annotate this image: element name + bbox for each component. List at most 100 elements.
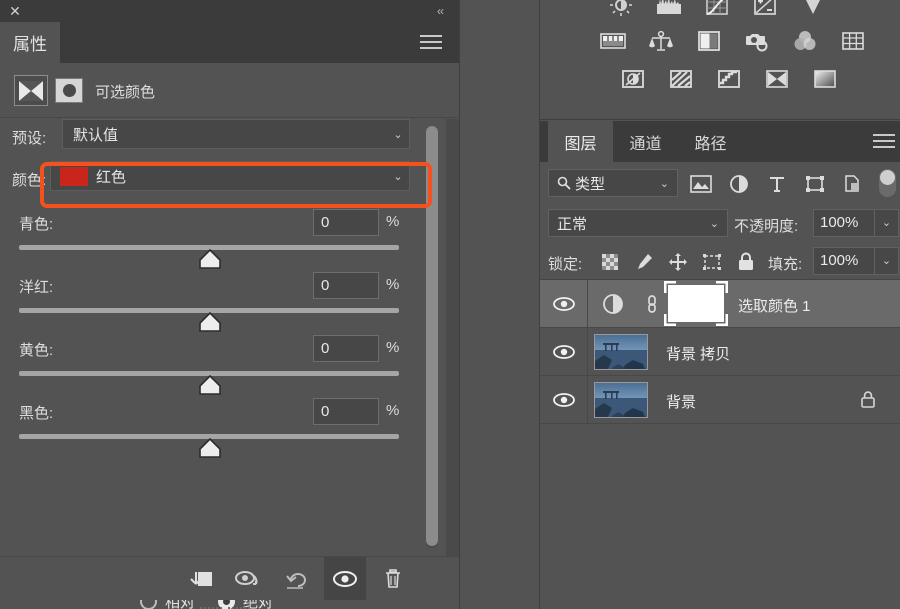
brightness-contrast-icon[interactable]: [606, 0, 636, 18]
lock-label: 锁定:: [548, 256, 583, 273]
slider-unit: %: [386, 339, 400, 356]
properties-tab-bar: 属性: [0, 22, 459, 63]
slider-unit: %: [386, 213, 400, 230]
clip-to-layer-icon[interactable]: [180, 557, 222, 600]
slider-label: 黑色:: [19, 405, 54, 422]
layer-filter-value: 类型: [575, 175, 606, 193]
posterize-icon[interactable]: [666, 66, 696, 92]
lock-position-icon[interactable]: [666, 250, 690, 274]
shape-filter-icon[interactable]: [802, 173, 828, 195]
opacity-input[interactable]: 100%: [813, 209, 875, 237]
exposure-icon[interactable]: [750, 0, 780, 18]
slider-value-input[interactable]: 0: [313, 398, 379, 425]
curves-icon[interactable]: [702, 0, 732, 18]
layer-thumbnail: [594, 382, 648, 418]
preview-eye-icon[interactable]: [324, 557, 366, 600]
selective-color-icon[interactable]: [762, 66, 792, 92]
properties-header: 可选颜色: [0, 63, 459, 118]
collapse-panel-icon[interactable]: ‹‹: [431, 3, 449, 19]
layer-link-icon[interactable]: [645, 293, 659, 315]
properties-scrollbar[interactable]: [426, 126, 438, 548]
layers-tab-bar: 图层 通道 路径: [540, 121, 900, 162]
filter-toggle-switch[interactable]: [879, 169, 896, 197]
page-title: 可选颜色: [95, 84, 156, 101]
slider-unit: %: [386, 402, 400, 419]
properties-footer-toolbar: [0, 556, 459, 600]
photo-filter-icon[interactable]: [742, 28, 772, 54]
chevron-down-icon: ⌄: [709, 217, 719, 230]
tab-properties[interactable]: 属性: [0, 22, 60, 63]
scrollbar-thumb[interactable]: [426, 126, 438, 546]
search-icon: [557, 176, 571, 190]
photoshop-ui-screenshot: ✕ ‹‹ 属性 可选颜色 预设: 默认值 ⌄ 颜色: 红色 ⌄ 青色: 0 % …: [0, 0, 900, 609]
invert-icon[interactable]: [618, 66, 648, 92]
color-lookup-icon[interactable]: [838, 28, 868, 54]
properties-body: 预设: 默认值 ⌄ 颜色: 红色 ⌄ 青色: 0 % 洋红: 0 % 黄色: 0…: [0, 119, 459, 609]
toggle-layer-visibility-icon[interactable]: [228, 557, 270, 600]
layer-row-background-copy[interactable]: 背景 拷贝: [540, 328, 900, 376]
color-value: 红色: [96, 168, 127, 186]
vibrance-icon[interactable]: [798, 0, 828, 18]
layer-visibility-toggle[interactable]: [540, 376, 588, 423]
lock-image-pixels-icon[interactable]: [632, 250, 656, 274]
hue-saturation-icon[interactable]: [598, 28, 628, 54]
slider-handle[interactable]: [199, 438, 221, 458]
delete-adjustment-icon[interactable]: [372, 557, 414, 600]
fill-chevron-down-icon[interactable]: ⌄: [875, 247, 899, 275]
hamburger-menu-icon[interactable]: [420, 35, 442, 51]
channel-mixer-icon[interactable]: [790, 28, 820, 54]
layer-thumbnail: [594, 334, 648, 370]
layer-name: 背景 拷贝: [666, 346, 731, 363]
slider-handle[interactable]: [199, 249, 221, 269]
padlock-icon: [860, 390, 878, 410]
tab-paths[interactable]: 路径: [678, 121, 743, 162]
smart-object-filter-icon[interactable]: [840, 173, 866, 195]
properties-panel: ✕ ‹‹ 属性 可选颜色 预设: 默认值 ⌄ 颜色: 红色 ⌄ 青色: 0 % …: [0, 0, 459, 609]
layer-mask-icon: [55, 78, 83, 103]
adjustments-panel: [540, 0, 900, 120]
adjustment-filter-icon[interactable]: [726, 173, 752, 195]
black-white-icon[interactable]: [694, 28, 724, 54]
image-filter-icon[interactable]: [688, 173, 714, 195]
lock-artboard-icon[interactable]: [700, 250, 724, 274]
color-balance-icon[interactable]: [646, 28, 676, 54]
slider-handle[interactable]: [199, 312, 221, 332]
text-filter-icon[interactable]: [764, 173, 790, 195]
tab-channels[interactable]: 通道: [613, 121, 678, 162]
slider-handle[interactable]: [199, 375, 221, 395]
hamburger-menu-icon[interactable]: [873, 134, 895, 150]
slider-label: 黄色:: [19, 342, 54, 359]
slider-label: 青色:: [19, 216, 54, 233]
opacity-label: 不透明度:: [734, 218, 799, 235]
layer-visibility-toggle[interactable]: [540, 280, 588, 327]
color-dropdown[interactable]: 红色 ⌄: [50, 161, 410, 191]
lock-all-icon[interactable]: [734, 250, 758, 274]
slider-value-input[interactable]: 0: [313, 272, 379, 299]
preset-dropdown[interactable]: 默认值 ⌄: [62, 119, 410, 149]
tab-layers[interactable]: 图层: [548, 121, 613, 162]
layer-row-background[interactable]: 背景: [540, 376, 900, 424]
fill-input[interactable]: 100%: [813, 247, 875, 275]
close-icon[interactable]: ✕: [7, 3, 23, 19]
layers-filter-bar: 类型 ⌄: [540, 162, 900, 204]
slider-value-input[interactable]: 0: [313, 209, 379, 236]
reset-adjustment-icon[interactable]: [276, 557, 318, 600]
lock-transparent-pixels-icon[interactable]: [598, 250, 622, 274]
panel-resize-grip[interactable]: [200, 601, 258, 609]
levels-icon[interactable]: [654, 0, 684, 18]
slider-value-input[interactable]: 0: [313, 335, 379, 362]
layer-row-selective-color[interactable]: 选取颜色 1: [540, 280, 900, 328]
layers-panel: 图层 通道 路径 类型 ⌄ 正常 ⌄ 不透明度: 100% ⌄ 锁定: 填充: …: [540, 121, 900, 609]
selective-color-icon: [14, 75, 48, 106]
gradient-map-icon[interactable]: [810, 66, 840, 92]
panel-gap: [459, 0, 540, 609]
right-panel-column: 图层 通道 路径 类型 ⌄ 正常 ⌄ 不透明度: 100% ⌄ 锁定: 填充: …: [540, 0, 900, 609]
threshold-icon[interactable]: [714, 66, 744, 92]
slider-label: 洋红:: [19, 279, 54, 296]
layer-filter-dropdown[interactable]: 类型 ⌄: [548, 169, 678, 197]
opacity-chevron-down-icon[interactable]: ⌄: [875, 209, 899, 237]
preset-label: 预设:: [12, 130, 47, 147]
blend-mode-dropdown[interactable]: 正常 ⌄: [548, 209, 728, 237]
layer-visibility-toggle[interactable]: [540, 328, 588, 375]
selective-color-layer-icon: [602, 293, 624, 315]
